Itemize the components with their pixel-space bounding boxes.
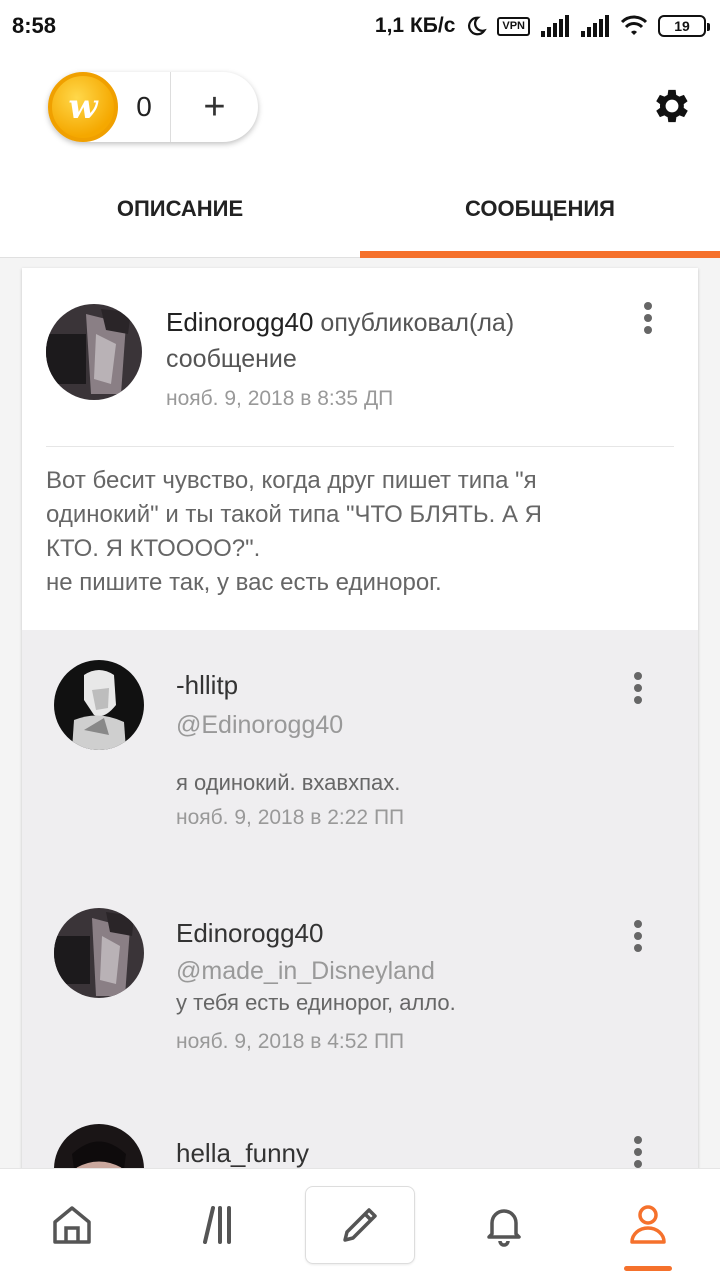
status-time: 8:58 — [12, 13, 57, 38]
header: w 0 + — [0, 52, 720, 162]
network-speed: 1,1 КБ/с — [374, 14, 456, 37]
comment-author[interactable]: hella_funny — [176, 1138, 309, 1168]
comment-content: -hllitp @Edinorogg40 я одинокий. вхавхпа… — [176, 670, 404, 830]
post-meta: Edinorogg40 опубликовал(ла) сообщение но… — [166, 304, 606, 411]
add-coins-button[interactable]: + — [171, 72, 258, 142]
coin-count: 0 — [136, 91, 152, 122]
nav-library[interactable] — [144, 1169, 288, 1280]
nav-profile[interactable] — [576, 1169, 720, 1280]
comment-item: hella_funny — [22, 1124, 698, 1168]
library-icon — [203, 1205, 231, 1244]
comment-message: у тебя есть единорог, алло. — [176, 990, 456, 1015]
nav-notifications[interactable] — [432, 1169, 576, 1280]
comment-content: Edinorogg40 @made_in_Disneyland у тебя е… — [176, 918, 456, 1054]
post-date: нояб. 9, 2018 в 8:35 ДП — [166, 387, 394, 410]
comment-content: hella_funny — [176, 1138, 309, 1168]
post-more-icon[interactable] — [636, 302, 660, 334]
post-header: Edinorogg40 опубликовал(ла) сообщение но… — [22, 268, 698, 446]
tab-messages[interactable]: СООБЩЕНИЯ — [360, 162, 720, 258]
post-card: Edinorogg40 опубликовал(ла) сообщение но… — [22, 268, 698, 1168]
comment-more-icon[interactable] — [626, 920, 650, 952]
post-author[interactable]: Edinorogg40 — [166, 307, 313, 337]
nav-home[interactable] — [0, 1169, 144, 1280]
moon-icon — [468, 16, 488, 36]
tab-description[interactable]: ОПИСАНИЕ — [0, 162, 360, 257]
vpn-badge: VPN — [497, 16, 530, 36]
tab-bar: ОПИСАНИЕ СООБЩЕНИЯ — [0, 162, 720, 258]
coin-balance[interactable]: w 0 + — [48, 72, 258, 142]
comment-author[interactable]: -hllitp — [176, 670, 404, 701]
status-bar: 8:58 1,1 КБ/с VPN 19 — [0, 0, 720, 52]
comment-date: нояб. 9, 2018 в 2:22 ПП — [176, 806, 405, 829]
wifi-icon — [620, 15, 648, 35]
post-body-line: одинокий" и ты такой типа "ЧТО БЛЯТЬ. А … — [46, 501, 543, 528]
home-icon — [53, 1205, 91, 1244]
comment-item: Edinorogg40 @made_in_Disneyland у тебя е… — [22, 908, 698, 1088]
signal-icon — [541, 15, 569, 37]
comment-mention[interactable]: @made_in_Disneyland — [176, 957, 456, 986]
post-action-line2: сообщение — [166, 345, 297, 373]
avatar[interactable] — [54, 660, 144, 750]
comment-mention[interactable]: @Edinorogg40 — [176, 711, 404, 740]
notifications-icon — [487, 1208, 521, 1247]
post-body-line: не пишите так, у вас есть единорог. — [46, 569, 442, 596]
avatar[interactable] — [54, 1124, 144, 1168]
comment-more-icon[interactable] — [626, 1136, 650, 1168]
avatar[interactable] — [46, 304, 142, 400]
comment-more-icon[interactable] — [626, 672, 650, 704]
comments-list: -hllitp @Edinorogg40 я одинокий. вхавхпа… — [22, 630, 698, 1168]
bottom-navigation — [0, 1168, 720, 1280]
post-body-line: Вот бесит чувство, когда друг пишет типа… — [46, 467, 537, 494]
comment-item: -hllitp @Edinorogg40 я одинокий. вхавхпа… — [22, 660, 698, 870]
post-body: Вот бесит чувство, когда друг пишет типа… — [46, 464, 674, 600]
write-icon — [343, 1207, 377, 1242]
avatar[interactable] — [54, 908, 144, 998]
comment-date: нояб. 9, 2018 в 4:52 ПП — [176, 1030, 405, 1053]
post-body-line: КТО. Я КТОООО?". — [46, 535, 261, 562]
messages-feed[interactable]: Edinorogg40 опубликовал(ла) сообщение но… — [0, 258, 720, 1168]
divider — [46, 446, 674, 447]
post-title-line: Edinorogg40 опубликовал(ла) — [166, 304, 606, 341]
coin-icon: w — [48, 72, 118, 142]
comment-author[interactable]: Edinorogg40 — [176, 918, 456, 949]
nav-write[interactable] — [305, 1185, 415, 1264]
profile-icon — [630, 1204, 666, 1244]
post-action: опубликовал(ла) — [313, 309, 515, 337]
gear-icon[interactable] — [650, 84, 694, 128]
signal-icon-2 — [581, 15, 609, 37]
comment-message: я одинокий. вхавхпах. — [176, 770, 401, 795]
status-icons: 1,1 КБ/с VPN 19 — [374, 14, 710, 38]
battery-indicator: 19 — [658, 15, 710, 37]
